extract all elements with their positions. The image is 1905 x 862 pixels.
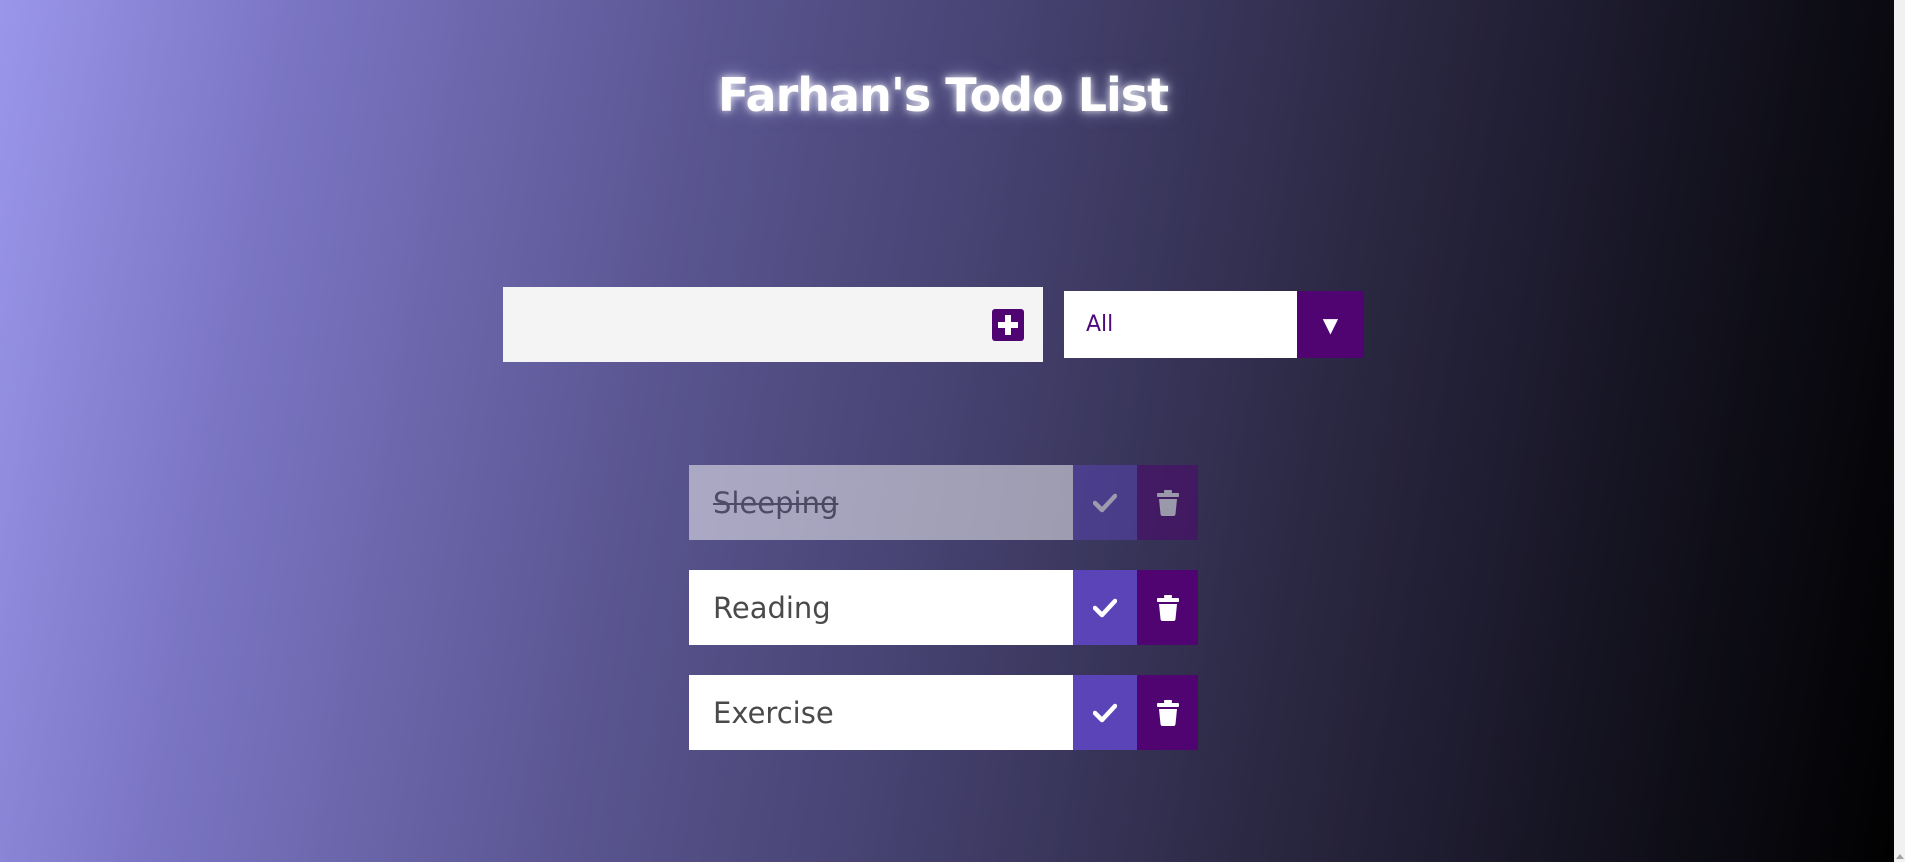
plus-square-icon: [992, 308, 1024, 341]
chevron-down-icon: ▼: [1297, 291, 1364, 358]
todo-item-sleeping: Sleeping: [689, 465, 1198, 540]
delete-button[interactable]: [1137, 675, 1198, 750]
todo-item-exercise: Exercise: [689, 675, 1198, 750]
todo-list: Sleeping Reading Exercise: [689, 465, 1198, 780]
todo-item-text[interactable]: Sleeping: [689, 465, 1073, 540]
scroll-up-arrow-icon[interactable]: [1896, 854, 1904, 859]
vertical-scrollbar[interactable]: [1894, 0, 1905, 862]
add-todo-button[interactable]: [973, 287, 1043, 362]
delete-button[interactable]: [1137, 465, 1198, 540]
complete-button[interactable]: [1073, 675, 1137, 750]
app-page: Farhan's Todo List All ▼ Sleeping Readin…: [0, 0, 1894, 862]
todo-item-text[interactable]: Reading: [689, 570, 1073, 645]
trash-icon: [1156, 699, 1179, 726]
trash-icon: [1156, 594, 1179, 621]
todo-item-text[interactable]: Exercise: [689, 675, 1073, 750]
add-todo-form: [503, 287, 1043, 362]
check-icon: [1093, 703, 1117, 723]
trash-icon: [1156, 489, 1179, 516]
filter-selected-value: All: [1086, 312, 1114, 337]
complete-button[interactable]: [1073, 570, 1137, 645]
todo-input[interactable]: [503, 287, 973, 362]
complete-button[interactable]: [1073, 465, 1137, 540]
todo-item-reading: Reading: [689, 570, 1198, 645]
check-icon: [1093, 598, 1117, 618]
filter-select[interactable]: All ▼: [1064, 291, 1364, 358]
delete-button[interactable]: [1137, 570, 1198, 645]
check-icon: [1093, 493, 1117, 513]
page-title: Farhan's Todo List: [717, 68, 1169, 122]
